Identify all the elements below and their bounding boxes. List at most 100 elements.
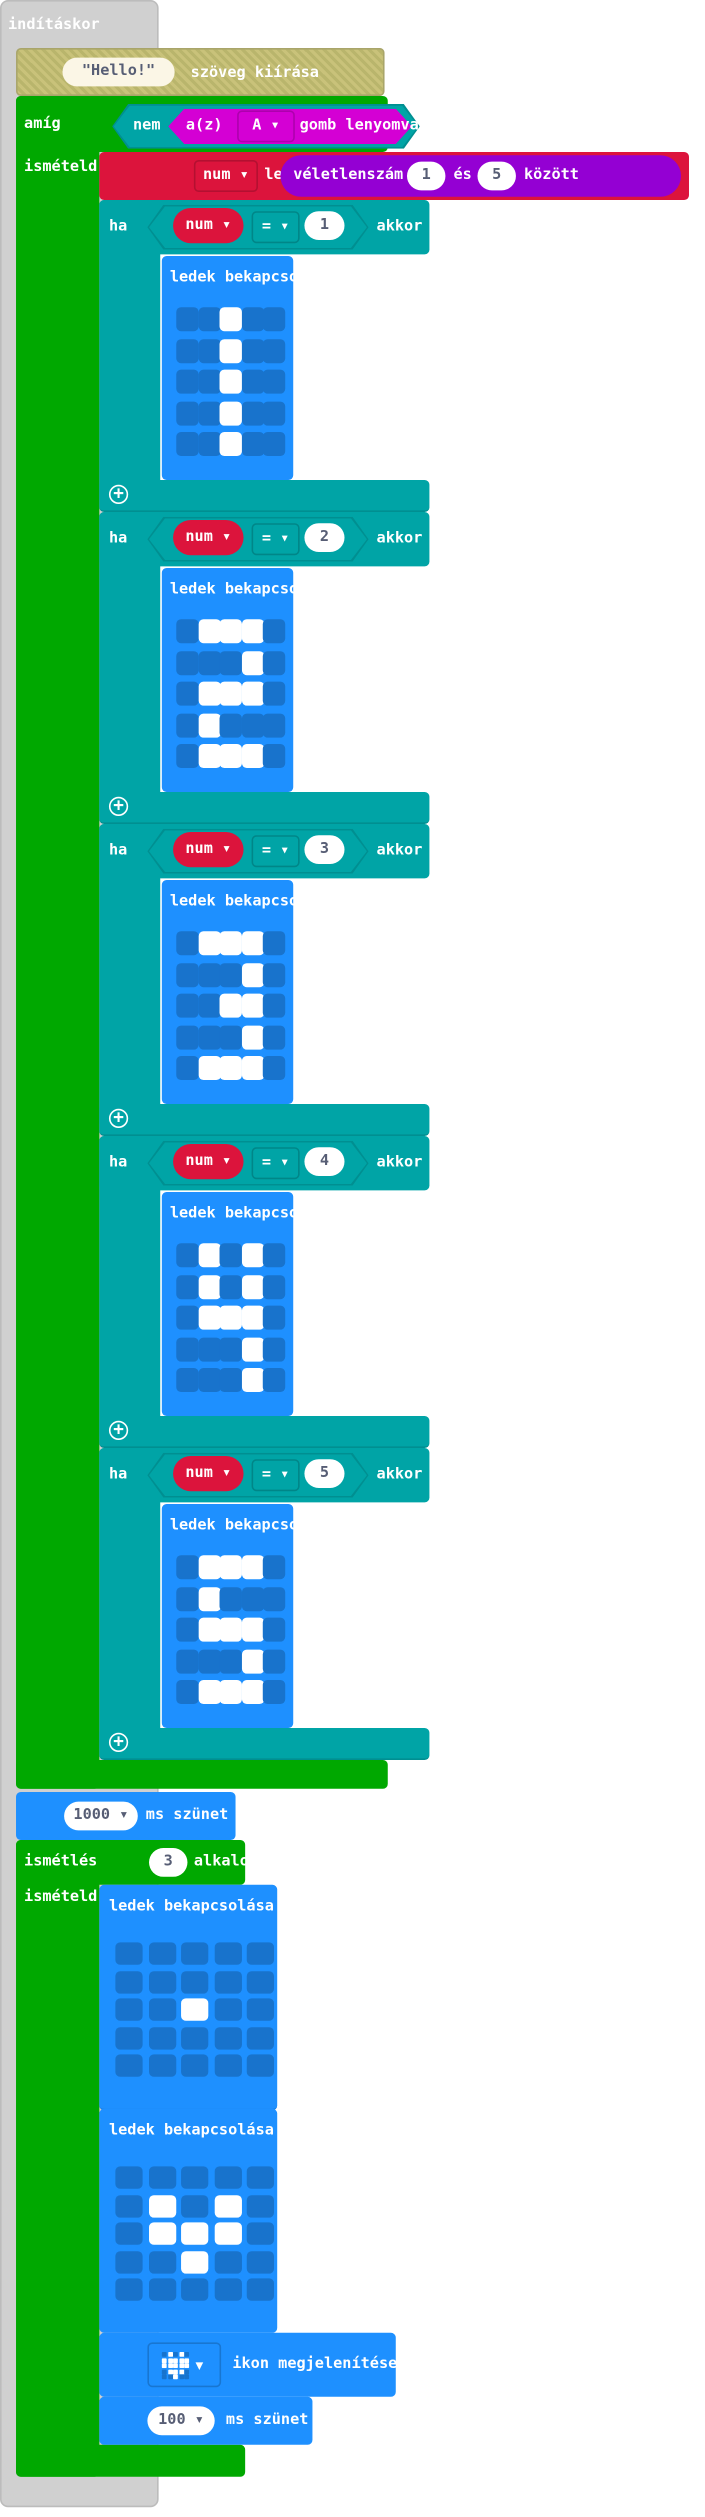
led-off[interactable] <box>219 1586 242 1611</box>
led-off[interactable] <box>115 2278 143 2301</box>
led-off[interactable] <box>115 1998 143 2021</box>
led-off[interactable] <box>176 962 199 987</box>
led-off[interactable] <box>176 1056 199 1080</box>
led-off[interactable] <box>148 1970 176 1993</box>
led-on[interactable] <box>197 681 221 706</box>
led-off[interactable] <box>148 2026 176 2049</box>
led-off[interactable] <box>246 1998 274 2021</box>
led-on[interactable] <box>241 1336 264 1361</box>
led-off[interactable] <box>176 307 199 332</box>
led-off[interactable] <box>262 1648 286 1673</box>
led-off[interactable] <box>176 1555 199 1580</box>
add-else-icon[interactable]: + <box>108 1420 129 1440</box>
led-off[interactable] <box>115 1970 143 1993</box>
led-on[interactable] <box>197 1555 221 1580</box>
led-off[interactable] <box>262 650 286 675</box>
led-on[interactable] <box>197 712 221 737</box>
led-off[interactable] <box>176 338 199 363</box>
led-off[interactable] <box>181 1970 209 1993</box>
led-on[interactable] <box>241 1305 264 1330</box>
show-leds-block[interactable]: ledek bekapcsolása <box>161 256 335 480</box>
led-off[interactable] <box>197 307 221 332</box>
repeat-times-input[interactable]: 3 <box>149 1848 188 1877</box>
led-off[interactable] <box>213 2278 242 2301</box>
led-on[interactable] <box>241 1274 264 1299</box>
led-off[interactable] <box>241 712 264 737</box>
led-off[interactable] <box>262 1336 286 1361</box>
led-off[interactable] <box>213 1970 242 1993</box>
led-off[interactable] <box>262 307 286 332</box>
operator-dropdown[interactable]: = ▾ <box>251 835 300 868</box>
led-off[interactable] <box>246 2194 274 2217</box>
led-off[interactable] <box>197 432 221 456</box>
led-off[interactable] <box>181 2166 209 2189</box>
led-on[interactable] <box>219 1305 242 1330</box>
variable-dropdown[interactable]: num ▾ <box>173 520 244 556</box>
led-off[interactable] <box>241 338 264 363</box>
show-leds-block[interactable]: ledek bekapcsolása <box>99 1884 278 2111</box>
random-to-input[interactable]: 5 <box>477 161 516 191</box>
led-on[interactable] <box>241 962 264 987</box>
led-on[interactable] <box>241 1243 264 1268</box>
led-off[interactable] <box>246 2166 274 2189</box>
led-off[interactable] <box>176 744 199 768</box>
led-off[interactable] <box>262 1368 286 1392</box>
led-on[interactable] <box>181 1998 209 2021</box>
led-off[interactable] <box>219 1024 242 1049</box>
led-on[interactable] <box>241 1368 264 1392</box>
led-off[interactable] <box>241 432 264 456</box>
led-off[interactable] <box>262 1586 286 1611</box>
led-off[interactable] <box>115 2054 143 2077</box>
led-on[interactable] <box>241 681 264 706</box>
led-off[interactable] <box>219 650 242 675</box>
led-on[interactable] <box>219 432 242 456</box>
led-off[interactable] <box>148 2278 176 2301</box>
led-on[interactable] <box>197 619 221 644</box>
led-off[interactable] <box>115 2250 143 2273</box>
led-off[interactable] <box>219 1274 242 1299</box>
add-else-icon[interactable]: + <box>108 796 129 816</box>
led-off[interactable] <box>176 1305 199 1330</box>
led-on[interactable] <box>241 1648 264 1673</box>
led-off[interactable] <box>148 2054 176 2077</box>
led-on[interactable] <box>219 307 242 332</box>
led-on[interactable] <box>241 1024 264 1049</box>
led-on[interactable] <box>197 1274 221 1299</box>
led-off[interactable] <box>262 1555 286 1580</box>
compare-value-input[interactable]: 4 <box>304 1147 345 1176</box>
led-off[interactable] <box>246 1970 274 1993</box>
led-off[interactable] <box>176 1243 199 1268</box>
led-off[interactable] <box>148 2166 176 2189</box>
led-off[interactable] <box>262 1617 286 1642</box>
led-off[interactable] <box>262 619 286 644</box>
led-off[interactable] <box>115 1942 143 1965</box>
led-off[interactable] <box>197 650 221 675</box>
led-on[interactable] <box>241 744 264 768</box>
add-else-icon[interactable]: + <box>108 485 129 504</box>
pause-block[interactable]: 100 ▾ ms szünet <box>99 2396 313 2445</box>
pause-block[interactable]: 1000 ▾ ms szünet <box>16 1792 236 1840</box>
led-off[interactable] <box>176 650 199 675</box>
led-off[interactable] <box>262 962 286 987</box>
led-off[interactable] <box>262 369 286 394</box>
compare-value-input[interactable]: 3 <box>304 835 345 864</box>
compare-value-input[interactable]: 5 <box>304 1459 345 1488</box>
led-off[interactable] <box>176 1617 199 1642</box>
variable-dropdown[interactable]: num ▾ <box>173 1144 244 1180</box>
led-off[interactable] <box>262 338 286 363</box>
led-off[interactable] <box>148 1942 176 1965</box>
led-off[interactable] <box>181 2278 209 2301</box>
led-on[interactable] <box>219 400 242 425</box>
led-off[interactable] <box>241 307 264 332</box>
led-off[interactable] <box>219 1243 242 1268</box>
led-off[interactable] <box>262 931 286 956</box>
operator-dropdown[interactable]: = ▾ <box>251 523 300 556</box>
led-off[interactable] <box>262 1274 286 1299</box>
led-on[interactable] <box>197 744 221 768</box>
operator-dropdown[interactable]: = ▾ <box>251 1147 300 1180</box>
button-dropdown[interactable]: A ▾ <box>237 110 295 143</box>
led-off[interactable] <box>219 1336 242 1361</box>
led-on[interactable] <box>148 2194 176 2217</box>
led-off[interactable] <box>262 432 286 456</box>
led-off[interactable] <box>176 681 199 706</box>
